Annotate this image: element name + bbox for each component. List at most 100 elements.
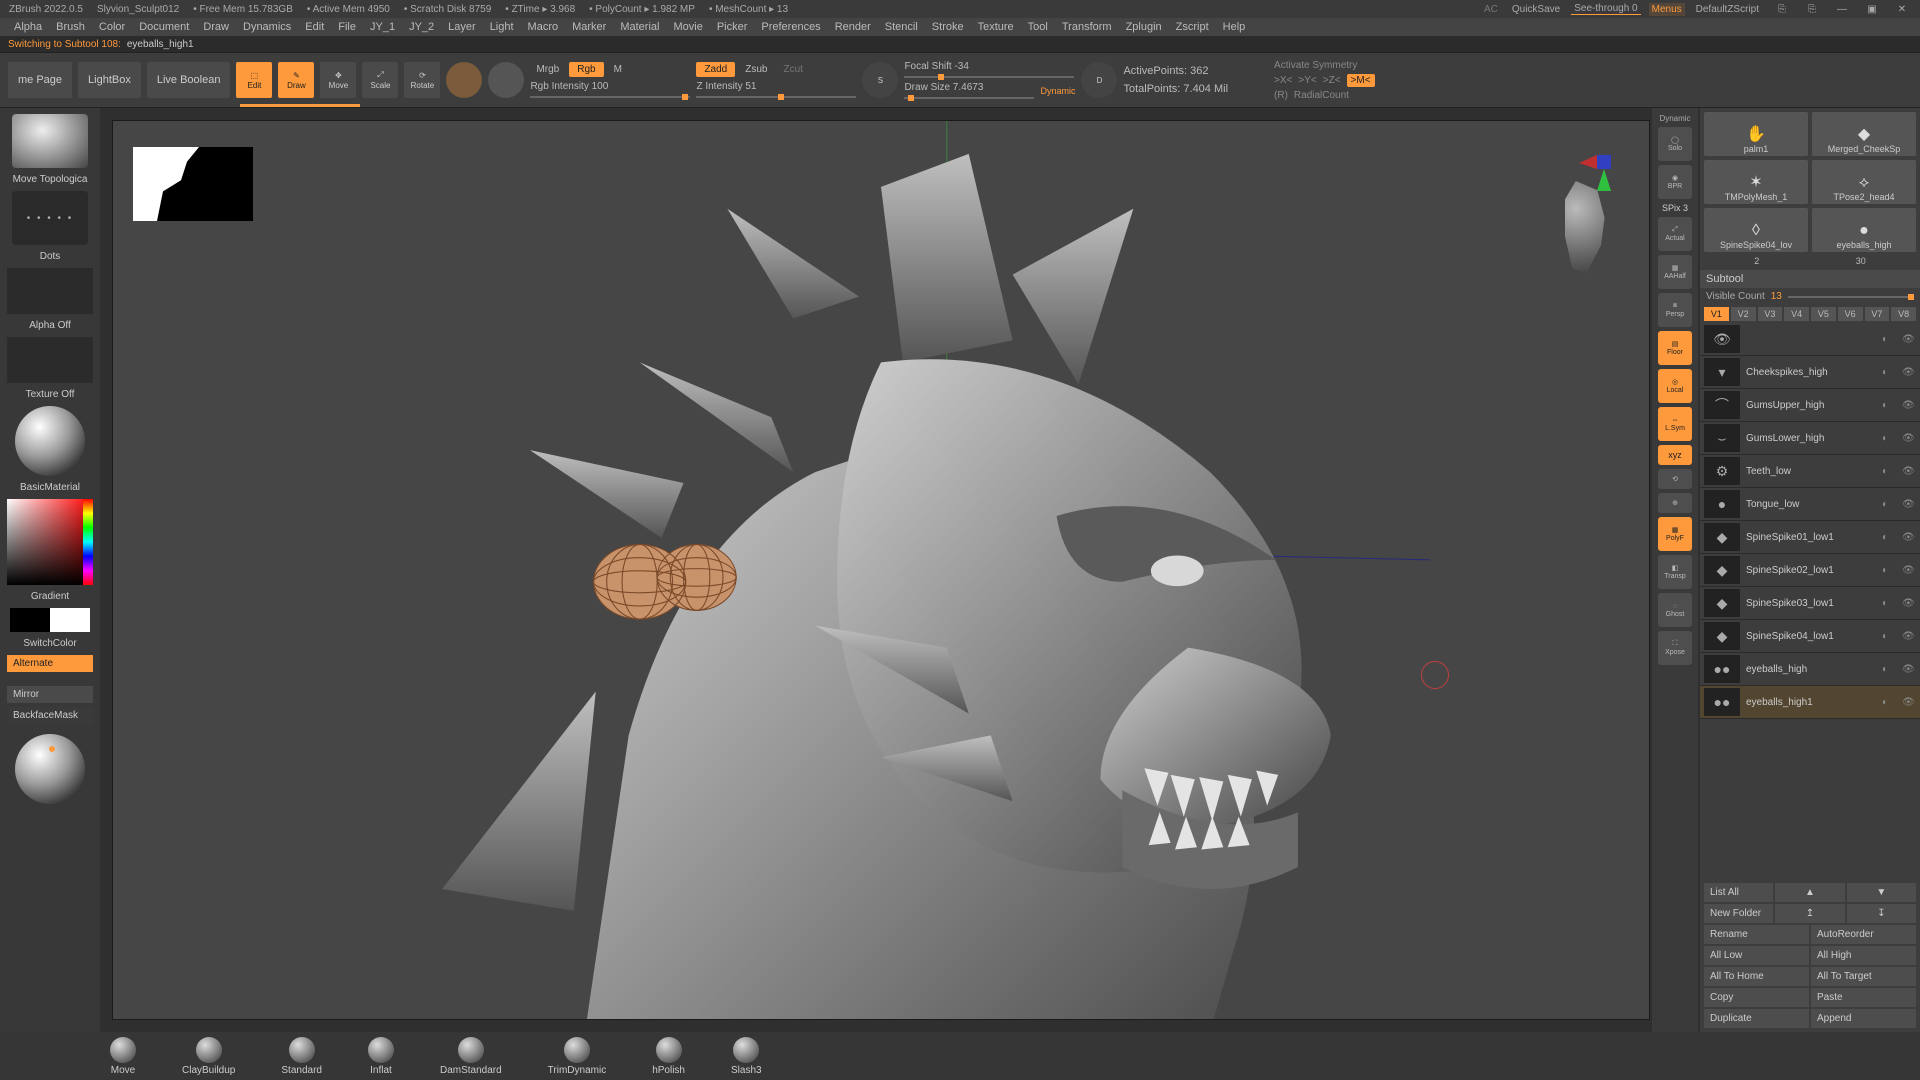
dock-left-icon[interactable]: ⎘ (1770, 4, 1794, 15)
menu-layer[interactable]: Layer (448, 21, 476, 33)
brush-move[interactable]: Move (110, 1037, 136, 1076)
subtool-item[interactable]: ◆SpineSpike02_low1◐👁 (1700, 554, 1920, 587)
rotate-mode-button[interactable]: ⟳Rotate (404, 62, 440, 98)
maximize-icon[interactable]: ▣ (1860, 4, 1884, 15)
switchcolor-button[interactable]: SwitchColor (21, 636, 78, 651)
canvas[interactable] (112, 120, 1650, 1020)
toggle-icon[interactable]: ◐ (1882, 499, 1896, 510)
tool-thumb[interactable]: ✋palm1 (1704, 112, 1808, 156)
lightbox-button[interactable]: LightBox (78, 62, 141, 98)
xpose-button[interactable]: ⛶Xpose (1658, 631, 1692, 665)
rgb-intensity-slider[interactable]: Rgb Intensity 100 (530, 81, 690, 98)
eye-icon[interactable]: 👁 (1902, 565, 1916, 576)
menu-file[interactable]: File (338, 21, 356, 33)
sculptris-button[interactable] (488, 62, 524, 98)
toggle-icon[interactable]: ◐ (1882, 598, 1896, 609)
draw-size-slider[interactable]: Draw Size 7.4673 (904, 82, 1034, 99)
subtool-item[interactable]: ●●eyeballs_high1◐👁 (1700, 686, 1920, 719)
autoreorder-button[interactable]: AutoReorder (1811, 925, 1916, 944)
material-preview[interactable] (15, 406, 85, 476)
menu-picker[interactable]: Picker (717, 21, 748, 33)
draw-mode-button[interactable]: ✎Draw (278, 62, 314, 98)
m-button[interactable]: M (608, 62, 628, 77)
subtool-item[interactable]: ▾Cheekspikes_high◐👁 (1700, 356, 1920, 389)
falloff-preview[interactable] (15, 734, 85, 804)
backfacemask-button[interactable]: BackfaceMask (7, 707, 93, 724)
toggle-icon[interactable]: ◐ (1882, 433, 1896, 444)
subtool-item[interactable]: ◆SpineSpike03_low1◐👁 (1700, 587, 1920, 620)
vtab[interactable]: V6 (1838, 307, 1863, 321)
menu-stroke[interactable]: Stroke (932, 21, 964, 33)
menu-draw[interactable]: Draw (203, 21, 229, 33)
minimize-icon[interactable]: — (1830, 4, 1854, 15)
rename-button[interactable]: Rename (1704, 925, 1809, 944)
toggle-icon[interactable]: ◐ (1882, 631, 1896, 642)
eye-icon[interactable]: 👁 (1902, 697, 1916, 708)
floor-button[interactable]: ▤Floor (1658, 331, 1692, 365)
eye-icon[interactable]: 👁 (1902, 598, 1916, 609)
vtab[interactable]: V1 (1704, 307, 1729, 321)
transp-button[interactable]: ◧Transp (1658, 555, 1692, 589)
menu-movie[interactable]: Movie (673, 21, 702, 33)
spix-label[interactable]: SPix 3 (1662, 203, 1688, 213)
mirror-button[interactable]: Mirror (7, 686, 93, 703)
frame-icon[interactable]: ⊕ (1658, 493, 1692, 513)
bpr-button[interactable]: ◉BPR (1658, 165, 1692, 199)
eye-icon[interactable]: 👁 (1902, 400, 1916, 411)
toggle-icon[interactable]: ◐ (1882, 565, 1896, 576)
radial-count-label[interactable]: RadialCount (1294, 90, 1349, 101)
mrgb-button[interactable]: Mrgb (530, 62, 565, 77)
arrow-up-icon[interactable]: ↥ (1775, 904, 1844, 923)
color-picker[interactable] (7, 499, 93, 585)
brush-damstandard[interactable]: DamStandard (440, 1037, 502, 1076)
xyz-button[interactable]: xyz (1658, 445, 1692, 465)
menu-stencil[interactable]: Stencil (885, 21, 918, 33)
tool-thumb[interactable]: ⟡TPose2_head4 (1812, 160, 1916, 204)
persp-button[interactable]: ⧈Persp (1658, 293, 1692, 327)
sym-x-button[interactable]: >X< (1274, 75, 1292, 86)
scale-mode-button[interactable]: ⤢Scale (362, 62, 398, 98)
menu-jy_1[interactable]: JY_1 (370, 21, 395, 33)
z-intensity-slider[interactable]: Z Intensity 51 (696, 81, 856, 98)
append-button[interactable]: Append (1811, 1009, 1916, 1028)
eye-icon[interactable]: 👁 (1902, 466, 1916, 477)
subtool-item[interactable]: ◆SpineSpike01_low1◐👁 (1700, 521, 1920, 554)
alpha-preview[interactable] (7, 268, 93, 314)
zadd-button[interactable]: Zadd (696, 62, 735, 77)
menu-edit[interactable]: Edit (305, 21, 324, 33)
liveboolean-button[interactable]: Live Boolean (147, 62, 231, 98)
activate-symmetry-label[interactable]: Activate Symmetry (1274, 60, 1375, 71)
menu-alpha[interactable]: Alpha (14, 21, 42, 33)
brush-preview[interactable] (12, 114, 88, 168)
alltohome-button[interactable]: All To Home (1704, 967, 1809, 986)
menu-color[interactable]: Color (99, 21, 125, 33)
menu-brush[interactable]: Brush (56, 21, 85, 33)
sym-r-button[interactable]: (R) (1274, 90, 1288, 101)
vtab[interactable]: V3 (1758, 307, 1783, 321)
subtool-item[interactable]: ●Tongue_low◐👁 (1700, 488, 1920, 521)
texture-preview[interactable] (7, 337, 93, 383)
seethrough-slider[interactable]: See-through 0 (1571, 3, 1640, 15)
zsub-button[interactable]: Zsub (739, 62, 773, 77)
move-down-button[interactable]: ▼ (1847, 883, 1916, 902)
brush-hpolish[interactable]: hPolish (652, 1037, 685, 1076)
brush-trimdynamic[interactable]: TrimDynamic (548, 1037, 607, 1076)
move-up-button[interactable]: ▲ (1775, 883, 1844, 902)
eye-icon[interactable]: 👁 (1902, 334, 1916, 345)
menu-material[interactable]: Material (620, 21, 659, 33)
menu-document[interactable]: Document (139, 21, 189, 33)
sym-y-button[interactable]: >Y< (1298, 75, 1316, 86)
alltotarget-button[interactable]: All To Target (1811, 967, 1916, 986)
aahalf-button[interactable]: ▦AAHalf (1658, 255, 1692, 289)
copy-button[interactable]: Copy (1704, 988, 1809, 1007)
menus-button[interactable]: Menus (1649, 3, 1685, 16)
vtab[interactable]: V2 (1731, 307, 1756, 321)
newfolder-button[interactable]: New Folder (1704, 904, 1773, 923)
subtool-item[interactable]: ◆SpineSpike04_low1◐👁 (1700, 620, 1920, 653)
eye-icon[interactable]: ◐ (1882, 334, 1896, 345)
menu-zplugin[interactable]: Zplugin (1126, 21, 1162, 33)
menu-tool[interactable]: Tool (1028, 21, 1048, 33)
menu-help[interactable]: Help (1223, 21, 1246, 33)
tool-thumb[interactable]: ◆Merged_CheekSp (1812, 112, 1916, 156)
vtab[interactable]: V4 (1784, 307, 1809, 321)
